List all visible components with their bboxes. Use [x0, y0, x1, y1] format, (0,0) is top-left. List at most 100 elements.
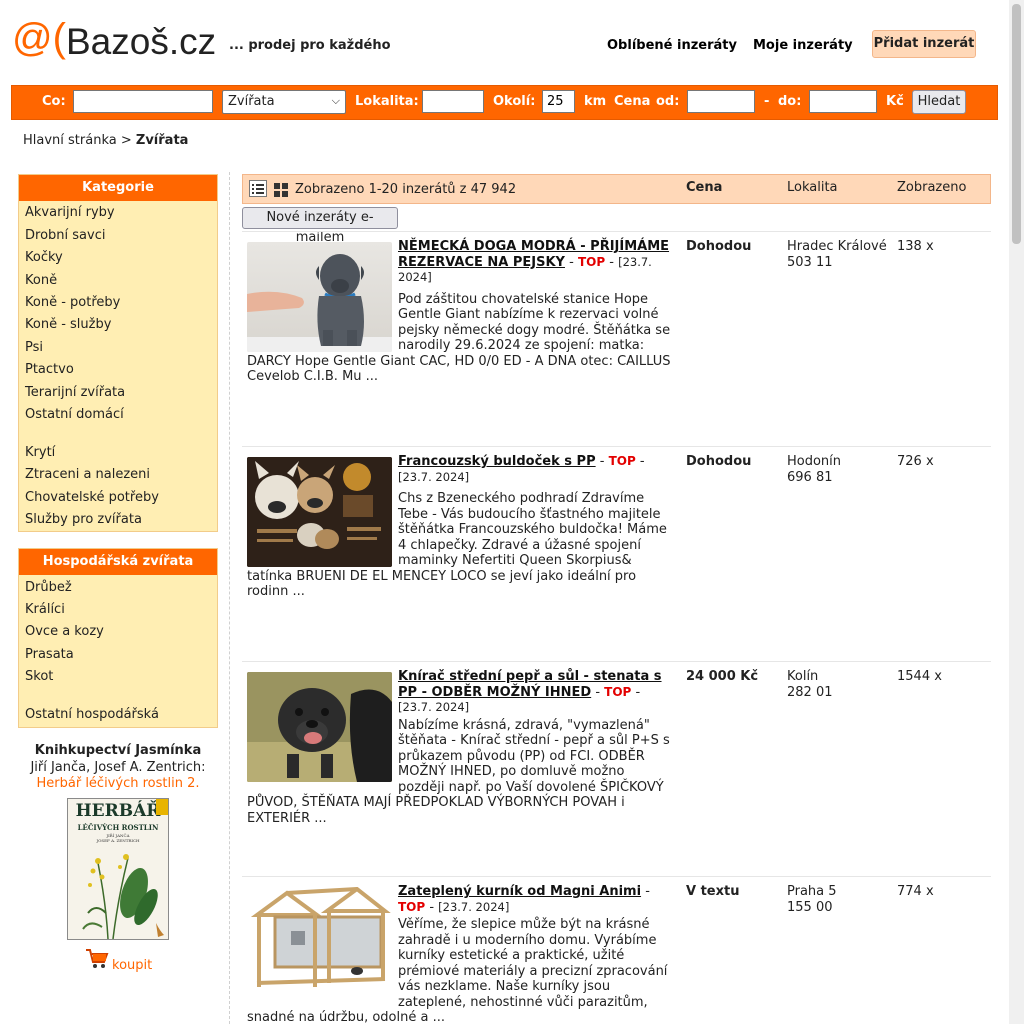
- farm-title: Hospodářská zvířata: [19, 549, 217, 575]
- chevron-down-icon: ⌵: [331, 94, 340, 107]
- sidebar-item-cats[interactable]: Kočky: [25, 250, 63, 265]
- price-from-input[interactable]: [687, 90, 755, 113]
- sidebar-item-breeding[interactable]: Krytí: [25, 445, 55, 460]
- sidebar-item-breeder-supplies[interactable]: Chovatelské potřeby: [25, 490, 159, 505]
- location-input[interactable]: [422, 90, 484, 113]
- top-badge: TOP: [608, 454, 636, 468]
- ad-views: 726 x: [897, 454, 934, 469]
- sidebar-item-other-farm[interactable]: Ostatní hospodářská: [25, 707, 159, 722]
- sidebar-item-horses[interactable]: Koně: [25, 273, 57, 288]
- ad-date: [23.7. 2024]: [398, 469, 470, 484]
- ad-price: Dohodou: [686, 454, 752, 469]
- ad-body: NĚMECKÁ DOGA MODRÁ - PŘIJÍMÁME REZERVACE…: [247, 239, 673, 385]
- breadcrumb: Hlavní stránka > Zvířata: [23, 133, 188, 148]
- ad-views: 1544 x: [897, 669, 942, 684]
- ad-location: Hodonín 696 81: [787, 454, 887, 485]
- what-input[interactable]: [73, 90, 213, 113]
- sidebar-item-cattle[interactable]: Skot: [25, 669, 53, 684]
- row-separator: [242, 876, 991, 877]
- sidebar-item-aquarium-fish[interactable]: Akvarijní ryby: [25, 205, 115, 220]
- title-separator: -: [605, 254, 619, 270]
- sidebar-item-terrarium[interactable]: Terarijní zvířata: [25, 385, 125, 400]
- ad-price: 24 000 Kč: [686, 669, 759, 684]
- sidebar-item-small-mammals[interactable]: Drobní savci: [25, 228, 105, 243]
- scrollbar-thumb[interactable]: [1012, 4, 1021, 244]
- row-separator: [242, 446, 991, 447]
- price-to-input[interactable]: [809, 90, 877, 113]
- sidebar-item-birds[interactable]: Ptactvo: [25, 362, 74, 377]
- ad-price: V textu: [686, 884, 740, 899]
- ad-location: Kolín 282 01: [787, 669, 887, 700]
- sidebar-item-pigs[interactable]: Prasata: [25, 647, 74, 662]
- title-separator: -: [569, 254, 578, 270]
- cart-icon[interactable]: [85, 948, 109, 970]
- radius-label: Okolí:: [493, 94, 536, 109]
- listing-summary: Zobrazeno 1-20 inzerátů z 47 942: [295, 182, 517, 197]
- top-badge: TOP: [604, 684, 632, 699]
- ad-location: Hradec Králové 503 11: [787, 239, 887, 270]
- sidebar-item-poultry[interactable]: Drůbež: [25, 580, 72, 595]
- column-price: Cena: [686, 180, 723, 195]
- ad-title[interactable]: Zateplený kurník od Magni Animi: [398, 884, 641, 899]
- logo-text[interactable]: Bazoš.cz: [66, 23, 216, 60]
- sidebar-item-rabbits[interactable]: Králíci: [25, 602, 65, 617]
- category-selected: Zvířata: [228, 94, 275, 109]
- my-ads-link[interactable]: Moje inzeráty: [753, 38, 853, 53]
- ad-city: Hradec Králové: [787, 239, 887, 254]
- what-label: Co:: [42, 94, 66, 109]
- title-separator: -: [425, 899, 439, 915]
- ad-views: 138 x: [897, 239, 934, 254]
- title-separator: -: [645, 884, 650, 899]
- sidebar-item-dogs[interactable]: Psi: [25, 340, 43, 355]
- sidebar-item-horse-services[interactable]: Koně - služby: [25, 317, 111, 332]
- book-ad: Knihkupectví Jasmínka Jiří Janča, Josef …: [18, 743, 218, 791]
- book-title-link[interactable]: Herbář léčivých rostlin 2.: [18, 776, 218, 791]
- book-shop-name[interactable]: Knihkupectví Jasmínka: [18, 743, 218, 758]
- ad-zip: 696 81: [787, 469, 833, 485]
- ad-city: Kolín: [787, 669, 819, 684]
- row-separator: [242, 661, 991, 662]
- ad-location: Praha 5 155 00: [787, 884, 887, 915]
- logo-symbol[interactable]: @(: [12, 18, 66, 58]
- sidebar-item-sheep-goats[interactable]: Ovce a kozy: [25, 624, 104, 639]
- top-badge: TOP: [398, 899, 426, 914]
- ad-zip: 155 00: [787, 899, 833, 915]
- sidebar-item-horse-supplies[interactable]: Koně - potřeby: [25, 295, 120, 310]
- grid-view-icon[interactable]: [273, 182, 289, 197]
- column-location: Lokalita: [787, 180, 838, 195]
- buy-link[interactable]: koupit: [112, 958, 152, 973]
- slogan: ... prodej pro každého: [229, 38, 391, 53]
- favorites-link[interactable]: Oblíbené inzeráty: [607, 38, 737, 53]
- search-button[interactable]: Hledat: [912, 90, 966, 114]
- price-from-label: od:: [656, 94, 680, 109]
- category-select[interactable]: Zvířata ⌵: [222, 90, 346, 114]
- list-view-icon[interactable]: [249, 180, 267, 197]
- ad-views: 774 x: [897, 884, 934, 899]
- radius-input[interactable]: [542, 90, 575, 113]
- ad-date: [23.7. 2024]: [438, 899, 510, 914]
- categories-box: Kategorie Akvarijní ryby Drobní savci Ko…: [18, 174, 218, 532]
- add-ad-button[interactable]: Přidat inzerát: [872, 30, 976, 58]
- title-separator: -: [631, 684, 641, 700]
- title-separator: -: [635, 454, 645, 469]
- sidebar-item-animal-services[interactable]: Služby pro zvířata: [25, 512, 142, 527]
- ad-body: Zateplený kurník od Magni Animi - TOP - …: [247, 884, 673, 1026]
- breadcrumb-current: Zvířata: [135, 133, 189, 148]
- ad-city: Praha 5: [787, 884, 837, 899]
- ad-body: Francouzský buldoček s PP - TOP - [23.7.…: [247, 454, 673, 600]
- book-cover-subtitle: LÉČIVÝCH ROSTLIN: [77, 823, 159, 832]
- price-to-label: do:: [778, 94, 802, 109]
- email-alerts-button[interactable]: Nové inzeráty e-mailem: [242, 207, 398, 245]
- location-label: Lokalita:: [355, 94, 419, 109]
- currency-label: Kč: [886, 94, 904, 109]
- ad-zip: 282 01: [787, 684, 833, 700]
- column-views: Zobrazeno: [897, 180, 967, 195]
- book-cover[interactable]: HERBÁŘ LÉČIVÝCH ROSTLIN JIŘÍ JANČA JOSEF…: [67, 798, 169, 940]
- sidebar-item-lost-found[interactable]: Ztraceni a nalezeni: [25, 467, 150, 482]
- ad-price: Dohodou: [686, 239, 752, 254]
- ad-title[interactable]: Francouzský buldoček s PP: [398, 454, 596, 469]
- ad-city: Hodonín: [787, 454, 842, 469]
- breadcrumb-home[interactable]: Hlavní stránka: [23, 133, 117, 148]
- column-divider: [229, 172, 230, 1024]
- sidebar-item-other-pets[interactable]: Ostatní domácí: [25, 407, 124, 422]
